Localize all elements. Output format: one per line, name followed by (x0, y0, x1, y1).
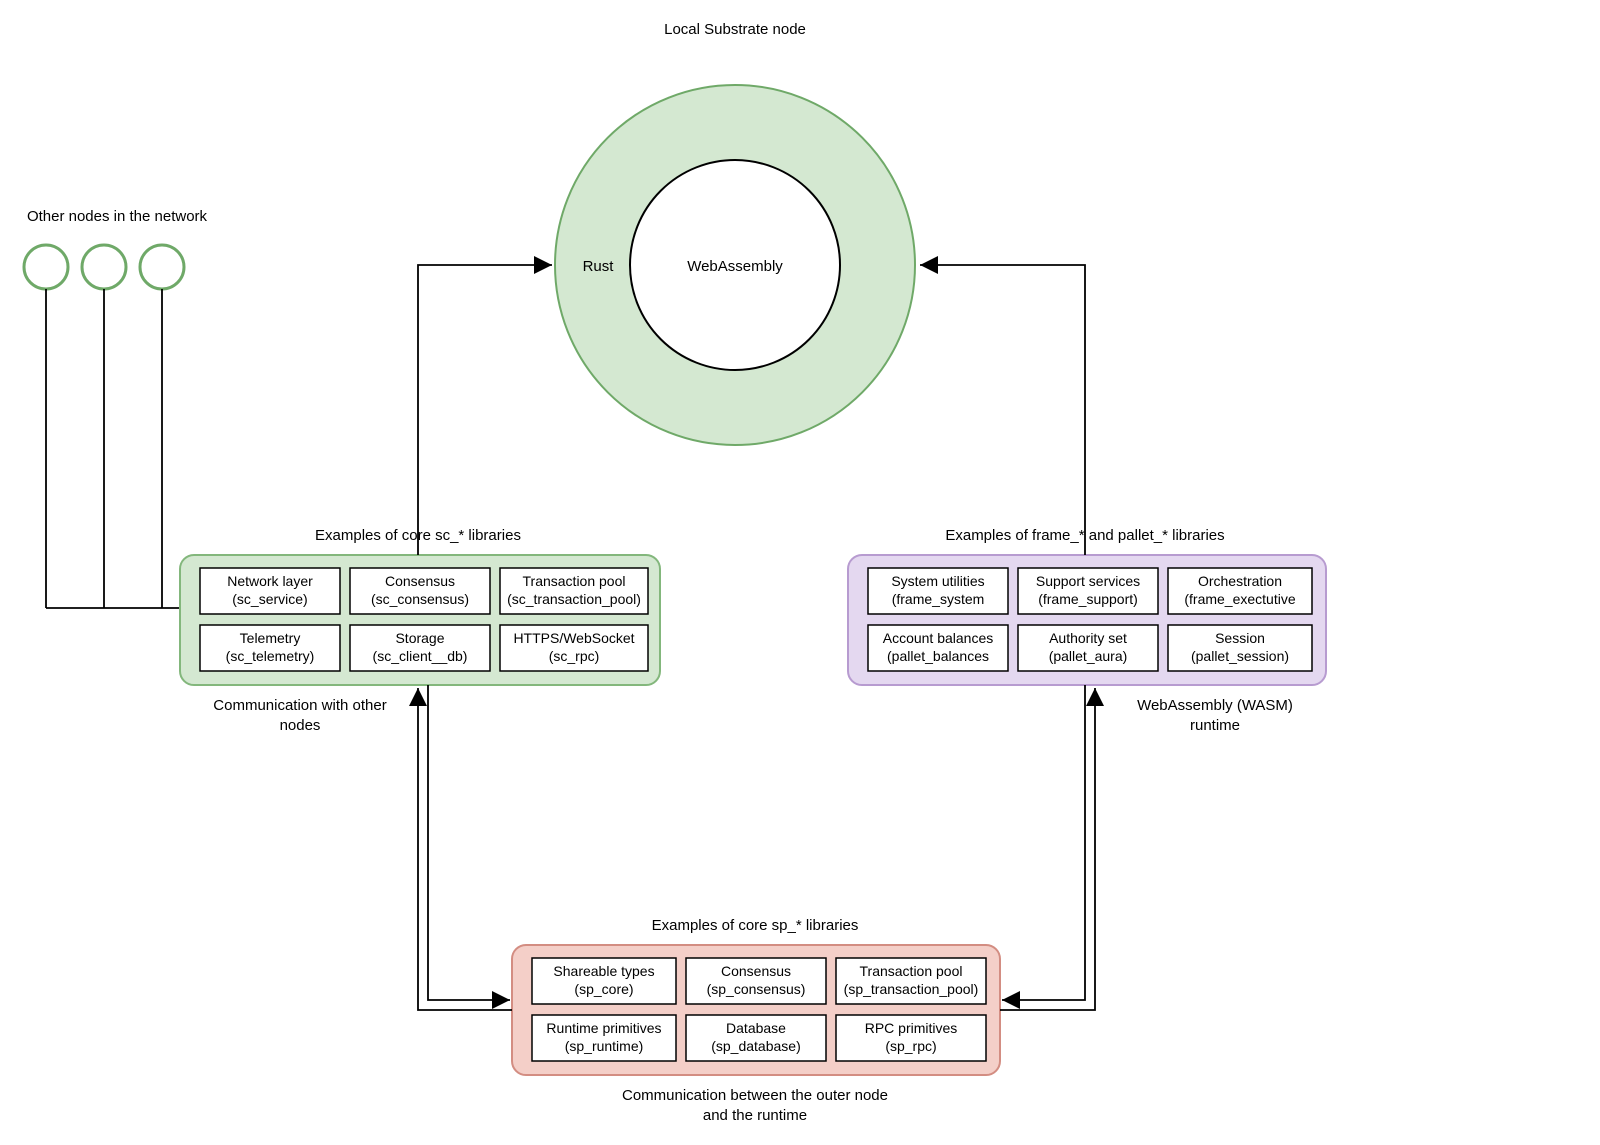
frame-item: System utilities (frame_system (868, 568, 1008, 614)
other-node-circle (82, 245, 126, 289)
svg-text:RPC primitives: RPC primitives (865, 1020, 958, 1036)
sc-item: HTTPS/WebSocket (sc_rpc) (500, 625, 648, 671)
sp-panel-footer: Communication between the outer node (622, 1087, 888, 1104)
sc-item: Consensus (sc_consensus) (350, 568, 490, 614)
svg-text:(sp_database): (sp_database) (711, 1038, 801, 1054)
frame-item: Orchestration (frame_exectutive (1168, 568, 1312, 614)
svg-text:(frame_support): (frame_support) (1038, 591, 1138, 607)
svg-text:Orchestration: Orchestration (1198, 573, 1282, 589)
other-node-circle (140, 245, 184, 289)
sp-item: Consensus (sp_consensus) (686, 958, 826, 1004)
sp-item: Shareable types (sp_core) (532, 958, 676, 1004)
frame-item: Authority set (pallet_aura) (1018, 625, 1158, 671)
sp-item: Database (sp_database) (686, 1015, 826, 1061)
svg-text:(sc_transaction_pool): (sc_transaction_pool) (507, 591, 641, 607)
sc-panel-footer: nodes (280, 717, 321, 734)
svg-text:System utilities: System utilities (891, 573, 984, 589)
svg-text:(pallet_session): (pallet_session) (1191, 648, 1289, 664)
donut-inner-label: WebAssembly (687, 258, 783, 275)
sp-item: Runtime primitives (sp_runtime) (532, 1015, 676, 1061)
sp-item: RPC primitives (sp_rpc) (836, 1015, 986, 1061)
svg-text:Database: Database (726, 1020, 786, 1036)
svg-text:(sc_telemetry): (sc_telemetry) (226, 648, 315, 664)
svg-text:(sp_core): (sp_core) (574, 981, 633, 997)
frame-item: Support services (frame_support) (1018, 568, 1158, 614)
arrow-sc-to-sp (428, 685, 510, 1000)
arrow-frame-to-sp (1002, 685, 1085, 1000)
sc-item: Telemetry (sc_telemetry) (200, 625, 340, 671)
frame-panel-footer: WebAssembly (WASM) (1137, 697, 1293, 714)
svg-text:(pallet_balances: (pallet_balances (887, 648, 989, 664)
sp-panel-footer: and the runtime (703, 1107, 807, 1124)
frame-panel-footer: runtime (1190, 717, 1240, 734)
svg-text:Shareable types: Shareable types (553, 963, 654, 979)
svg-text:(frame_system: (frame_system (892, 591, 985, 607)
sc-panel: Network layer (sc_service) Consensus (sc… (180, 555, 660, 685)
svg-text:Consensus: Consensus (721, 963, 791, 979)
svg-text:(pallet_aura): (pallet_aura) (1049, 648, 1128, 664)
svg-text:(frame_exectutive: (frame_exectutive (1184, 591, 1295, 607)
arrow-sp-to-sc (418, 688, 512, 1010)
svg-text:Consensus: Consensus (385, 573, 455, 589)
svg-text:Storage: Storage (395, 630, 444, 646)
svg-text:Runtime primitives: Runtime primitives (546, 1020, 661, 1036)
sp-panel: Shareable types (sp_core) Consensus (sp_… (512, 945, 1000, 1075)
svg-text:(sc_rpc): (sc_rpc) (549, 648, 600, 664)
sc-item: Storage (sc_client__db) (350, 625, 490, 671)
svg-text:Network layer: Network layer (227, 573, 313, 589)
svg-text:Account balances: Account balances (883, 630, 994, 646)
sc-item: Network layer (sc_service) (200, 568, 340, 614)
substrate-node-donut: Rust WebAssembly (555, 85, 915, 445)
svg-text:(sc_client__db): (sc_client__db) (373, 648, 468, 664)
frame-panel: System utilities (frame_system Support s… (848, 555, 1326, 685)
arrow-sp-to-frame (1000, 688, 1095, 1010)
sc-item: Transaction pool (sc_transaction_pool) (500, 568, 648, 614)
svg-text:(sc_consensus): (sc_consensus) (371, 591, 469, 607)
diagram-canvas: Local Substrate node Rust WebAssembly Ot… (0, 0, 1600, 1145)
other-nodes-label: Other nodes in the network (27, 208, 208, 225)
frame-item: Account balances (pallet_balances (868, 625, 1008, 671)
svg-text:HTTPS/WebSocket: HTTPS/WebSocket (513, 630, 634, 646)
frame-item: Session (pallet_session) (1168, 625, 1312, 671)
svg-text:Transaction pool: Transaction pool (523, 573, 626, 589)
sp-panel-heading: Examples of core sp_* libraries (652, 917, 859, 934)
svg-text:Telemetry: Telemetry (240, 630, 301, 646)
donut-outer-label: Rust (583, 258, 615, 275)
sp-item: Transaction pool (sp_transaction_pool) (836, 958, 986, 1004)
svg-text:Session: Session (1215, 630, 1265, 646)
svg-text:Transaction pool: Transaction pool (860, 963, 963, 979)
svg-text:(sp_runtime): (sp_runtime) (565, 1038, 644, 1054)
arrow-frame-to-node (920, 265, 1085, 555)
diagram-title: Local Substrate node (664, 21, 806, 38)
sc-panel-footer: Communication with other (213, 697, 386, 714)
svg-text:(sp_rpc): (sp_rpc) (885, 1038, 936, 1054)
svg-text:Authority set: Authority set (1049, 630, 1127, 646)
other-node-circle (24, 245, 68, 289)
svg-text:(sp_consensus): (sp_consensus) (707, 981, 806, 997)
svg-text:Support services: Support services (1036, 573, 1140, 589)
arrow-sc-to-node (418, 265, 552, 555)
svg-text:(sp_transaction_pool): (sp_transaction_pool) (844, 981, 979, 997)
svg-text:(sc_service): (sc_service) (232, 591, 307, 607)
